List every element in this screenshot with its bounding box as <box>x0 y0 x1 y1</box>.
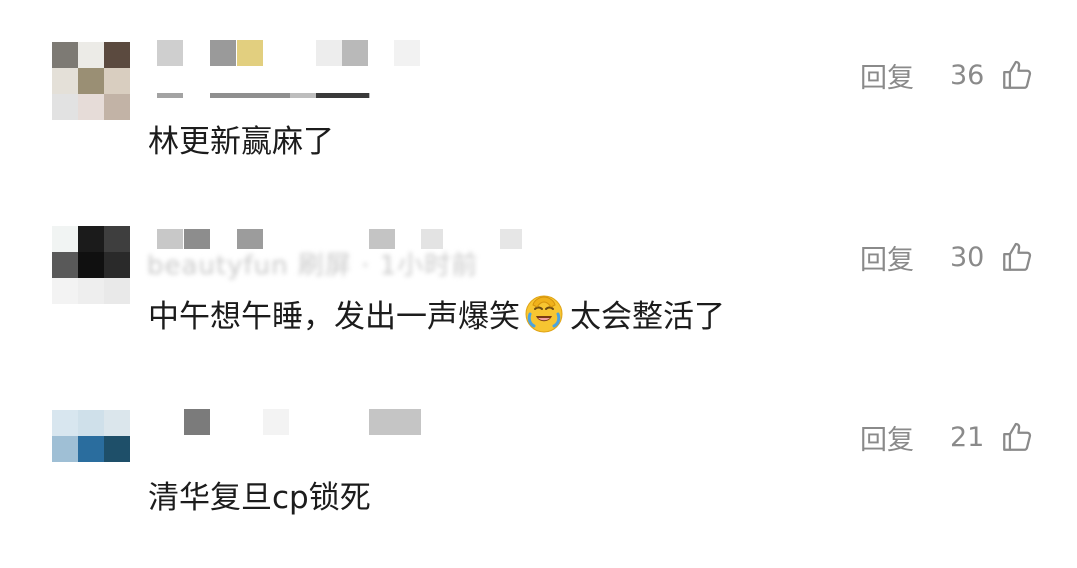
avatar-pixel <box>78 226 104 252</box>
comment-item: 林更新赢麻了 回复 36 <box>0 0 1077 180</box>
like-count: 36 <box>950 59 985 91</box>
mosaic-block <box>263 409 289 435</box>
comment-text-after: 太会整活了 <box>570 299 725 335</box>
mosaic-bar <box>316 93 369 98</box>
mosaic-block <box>184 409 210 435</box>
avatar-pixel <box>104 436 130 462</box>
mosaic-block <box>421 229 443 249</box>
username-blurred-text: beautyfun 刷屏 · 1小时前 <box>147 251 479 281</box>
avatar-pixel <box>104 462 130 488</box>
avatar-pixel <box>104 226 130 252</box>
username-mosaic[interactable]: beautyfun 刷屏 · 1小时前 <box>147 229 537 289</box>
like-count: 30 <box>950 241 985 273</box>
reply-button[interactable]: 回复 <box>860 56 950 95</box>
avatar-pixel <box>104 68 130 94</box>
avatar-pixel <box>78 436 104 462</box>
avatar-pixel <box>104 42 130 68</box>
avatar-pixel <box>78 252 104 278</box>
avatar-pixel <box>78 42 104 68</box>
comment-actions: 回复 30 <box>860 237 1034 277</box>
mosaic-block <box>369 409 421 435</box>
avatar-pixel <box>78 94 104 120</box>
like-count: 21 <box>950 421 985 453</box>
mosaic-block <box>237 229 263 249</box>
mosaic-block <box>157 40 183 66</box>
username-mosaic[interactable] <box>157 409 427 469</box>
mosaic-block <box>394 40 420 66</box>
avatar-pixel <box>104 252 130 278</box>
reply-button[interactable]: 回复 <box>860 418 950 457</box>
thumbs-up-icon[interactable] <box>1000 240 1034 274</box>
mosaic-block <box>184 229 210 249</box>
mosaic-block <box>500 229 522 249</box>
username-mosaic[interactable] <box>157 40 427 100</box>
facepalm-laughing-emoji <box>525 295 563 332</box>
comment-item: 清华复旦cp锁死 回复 21 <box>0 365 1077 545</box>
avatar-pixel <box>52 436 78 462</box>
avatar-pixel <box>78 68 104 94</box>
avatar-pixel <box>52 462 78 488</box>
mosaic-bar <box>210 93 290 98</box>
comment-text: 清华复旦cp锁死 <box>148 480 371 516</box>
avatar-pixel <box>78 462 104 488</box>
comment-text-before: 中午想午睡，发出一声爆笑 <box>148 299 520 335</box>
comment-actions: 回复 36 <box>860 55 1034 95</box>
mosaic-bar <box>157 93 183 98</box>
comment-text: 林更新赢麻了 <box>148 124 334 160</box>
avatar-pixel <box>104 94 130 120</box>
thumbs-up-icon[interactable] <box>1000 58 1034 92</box>
avatar-pixel <box>78 278 104 304</box>
avatar-pixel <box>52 68 78 94</box>
avatar-pixel <box>78 410 104 436</box>
comment-item: beautyfun 刷屏 · 1小时前 中午想午睡，发出一声爆笑 太会整活了 回… <box>0 185 1077 365</box>
avatar-pixel <box>52 94 78 120</box>
mosaic-block <box>210 40 236 66</box>
mosaic-block <box>369 229 395 249</box>
avatar-pixel <box>52 410 78 436</box>
mosaic-block <box>342 40 368 66</box>
comment-text: 中午想午睡，发出一声爆笑 太会整活了 <box>148 291 725 336</box>
mosaic-block <box>316 40 342 66</box>
thumbs-up-icon[interactable] <box>1000 420 1034 454</box>
avatar-pixel <box>52 252 78 278</box>
avatar-pixel <box>52 226 78 252</box>
reply-button[interactable]: 回复 <box>860 238 950 277</box>
avatar-pixel <box>104 278 130 304</box>
avatar-pixel <box>104 410 130 436</box>
mosaic-block <box>237 40 263 66</box>
mosaic-block <box>157 229 183 249</box>
avatar[interactable] <box>52 226 130 304</box>
comment-actions: 回复 21 <box>860 417 1034 457</box>
avatar[interactable] <box>52 410 130 488</box>
avatar-pixel <box>52 278 78 304</box>
avatar-pixel <box>52 42 78 68</box>
avatar[interactable] <box>52 42 130 120</box>
